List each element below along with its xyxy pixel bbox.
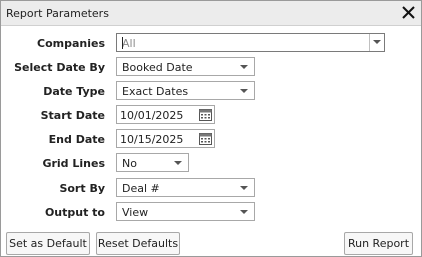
chevron-down-icon	[240, 186, 248, 190]
output-to-value: View	[122, 206, 149, 219]
reset-defaults-button[interactable]: Reset Defaults	[96, 232, 180, 255]
date-type-select[interactable]: Exact Dates	[116, 81, 255, 100]
dialog-titlebar: Report Parameters	[1, 1, 421, 26]
set-as-default-button[interactable]: Set as Default	[6, 232, 90, 255]
grid-lines-select[interactable]: No	[116, 153, 189, 172]
close-icon[interactable]	[401, 5, 416, 20]
sort-by-label: Sort By	[59, 182, 105, 195]
companies-value: All	[122, 37, 136, 50]
text-cursor	[122, 37, 123, 49]
select-date-by-label: Select Date By	[14, 61, 105, 74]
output-to-select[interactable]: View	[116, 202, 255, 221]
dialog-title: Report Parameters	[6, 7, 109, 20]
run-report-button[interactable]: Run Report	[344, 232, 413, 255]
start-date-value: 10/01/2025	[120, 109, 184, 122]
sort-by-value: Deal #	[122, 182, 160, 195]
calendar-icon[interactable]	[199, 108, 212, 121]
chevron-down-icon	[240, 65, 248, 69]
end-date-label: End Date	[48, 133, 105, 146]
chevron-down-icon	[240, 210, 248, 214]
chevron-down-icon	[240, 89, 248, 93]
end-date-field[interactable]: 10/15/2025	[116, 129, 215, 148]
end-date-value: 10/15/2025	[120, 133, 184, 146]
companies-label: Companies	[37, 37, 105, 50]
chevron-down-icon	[174, 161, 182, 165]
output-to-label: Output to	[44, 206, 105, 219]
date-type-label: Date Type	[43, 85, 105, 98]
grid-lines-value: No	[122, 157, 137, 170]
select-date-by-select[interactable]: Booked Date	[116, 57, 255, 76]
grid-lines-label: Grid Lines	[42, 157, 105, 170]
start-date-field[interactable]: 10/01/2025	[116, 105, 215, 124]
companies-combobox[interactable]: All	[116, 33, 385, 52]
chevron-down-icon	[373, 40, 381, 44]
sort-by-select[interactable]: Deal #	[116, 178, 255, 197]
start-date-label: Start Date	[40, 109, 105, 122]
date-type-value: Exact Dates	[122, 85, 189, 98]
select-date-by-value: Booked Date	[122, 61, 193, 74]
companies-dropdown-button[interactable]	[369, 34, 384, 51]
calendar-icon[interactable]	[199, 132, 212, 145]
report-parameters-dialog: Report Parameters Companies All Select D…	[0, 0, 422, 257]
